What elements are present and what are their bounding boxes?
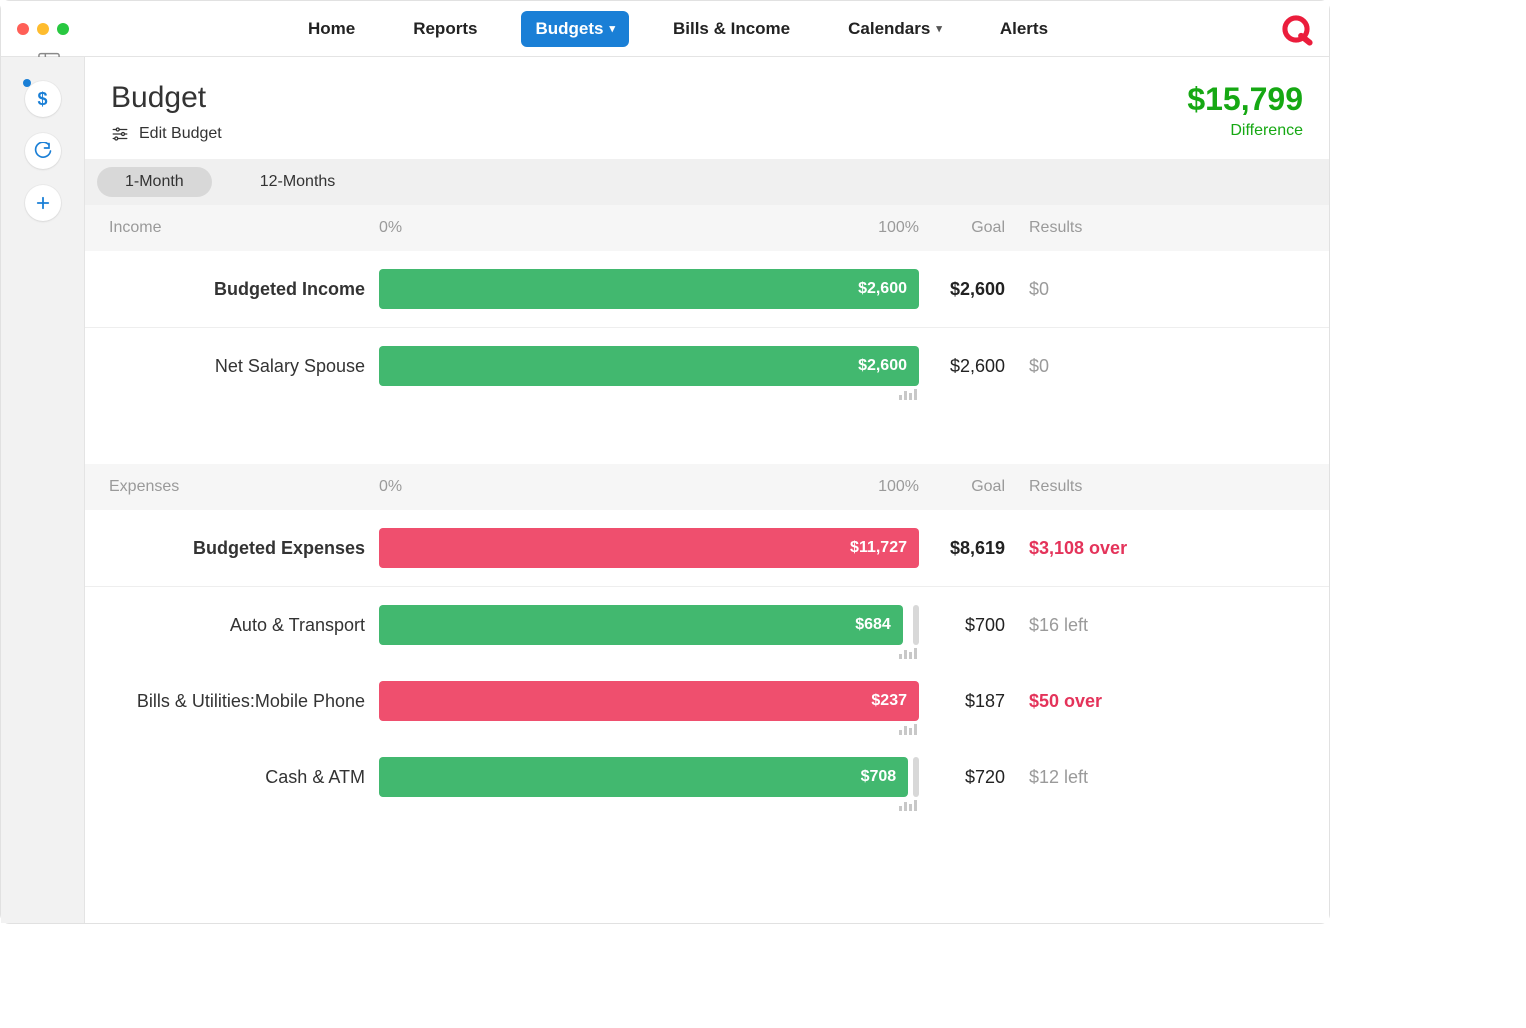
bar-chart-icon[interactable] — [899, 800, 917, 811]
budget-row[interactable]: Budgeted Expenses$11,727$8,619$3,108 ove… — [85, 510, 1329, 587]
row-result: $50 over — [1029, 691, 1209, 712]
refresh-icon — [34, 142, 52, 160]
accounts-button[interactable]: $ — [25, 81, 61, 117]
tab-12-months[interactable]: 12-Months — [232, 167, 364, 197]
bar-chart-icon[interactable] — [899, 724, 917, 735]
row-result: $3,108 over — [1029, 538, 1209, 559]
progress-bar: $2,600 — [379, 269, 919, 309]
expenses-section-header: Expenses 0% 100% Goal Results — [85, 464, 1329, 510]
progress-bar: $237 — [379, 681, 919, 721]
progress-bar: $708 — [379, 757, 919, 797]
notification-dot-icon — [23, 79, 31, 87]
row-label: Budgeted Expenses — [109, 538, 379, 559]
add-button[interactable] — [25, 185, 61, 221]
dollar-icon: $ — [37, 89, 47, 110]
nav-bills-income[interactable]: Bills & Income — [659, 11, 804, 47]
scale-hundred: 100% — [878, 478, 919, 496]
budget-row[interactable]: Cash & ATM$708 $720$12 left — [85, 739, 1329, 815]
row-result: $12 left — [1029, 767, 1209, 788]
refresh-button[interactable] — [25, 133, 61, 169]
income-heading: Income — [109, 219, 379, 237]
edit-budget-label: Edit Budget — [139, 125, 222, 143]
row-goal: $720 — [919, 767, 1029, 788]
difference-label: Difference — [1187, 122, 1303, 140]
row-label: Budgeted Income — [109, 279, 379, 300]
row-label: Auto & Transport — [109, 615, 379, 636]
fullscreen-window-button[interactable] — [57, 23, 69, 35]
column-results: Results — [1029, 478, 1209, 496]
scale-zero: 0% — [379, 219, 402, 237]
nav-calendars-label: Calendars — [848, 19, 930, 39]
nav-home[interactable]: Home — [294, 11, 369, 47]
goal-marker — [913, 605, 919, 645]
budget-row[interactable]: Budgeted Income$2,600$2,600$0 — [85, 251, 1329, 328]
period-tabs: 1-Month 12-Months — [85, 159, 1329, 205]
income-section-header: Income 0% 100% Goal Results — [85, 205, 1329, 251]
plus-icon — [34, 194, 52, 212]
bar-chart-icon[interactable] — [899, 648, 917, 659]
income-scale: 0% 100% — [379, 219, 919, 237]
row-label: Net Salary Spouse — [109, 356, 379, 377]
bar-fill: $2,600 — [379, 346, 919, 386]
page-header: Budget Edit Budget $15,799 Difference — [85, 57, 1329, 159]
bar-fill: $708 — [379, 757, 908, 797]
goal-marker — [913, 757, 919, 797]
progress-bar: $684 — [379, 605, 919, 645]
scale-hundred: 100% — [878, 219, 919, 237]
budget-row[interactable]: Auto & Transport$684 $700$16 left — [85, 587, 1329, 663]
minimize-window-button[interactable] — [37, 23, 49, 35]
progress-bar: $2,600 — [379, 346, 919, 386]
bar-fill: $11,727 — [379, 528, 919, 568]
top-nav: Home Reports Budgets ▾ Bills & Income Ca… — [77, 11, 1279, 47]
row-label: Bills & Utilities:Mobile Phone — [109, 691, 379, 712]
row-goal: $700 — [919, 615, 1029, 636]
scale-zero: 0% — [379, 478, 402, 496]
column-goal: Goal — [919, 219, 1029, 237]
budget-row[interactable]: Net Salary Spouse$2,600$2,600$0 — [85, 328, 1329, 404]
chevron-down-icon: ▾ — [609, 22, 615, 35]
bar-fill: $237 — [379, 681, 919, 721]
row-result: $16 left — [1029, 615, 1209, 636]
nav-budgets[interactable]: Budgets ▾ — [521, 11, 629, 47]
bar-fill: $2,600 — [379, 269, 919, 309]
sliders-icon — [111, 125, 129, 143]
row-goal: $187 — [919, 691, 1029, 712]
left-rail: $ — [1, 57, 85, 923]
app-logo-icon — [1279, 12, 1313, 46]
progress-bar: $11,727 — [379, 528, 919, 568]
tab-1-month[interactable]: 1-Month — [97, 167, 212, 197]
window-controls — [17, 23, 69, 35]
bar-chart-icon[interactable] — [899, 389, 917, 400]
budget-row[interactable]: Bills & Utilities:Mobile Phone$237$187$5… — [85, 663, 1329, 739]
difference-amount: $15,799 — [1187, 81, 1303, 118]
titlebar: Home Reports Budgets ▾ Bills & Income Ca… — [1, 1, 1329, 57]
expenses-heading: Expenses — [109, 478, 379, 496]
row-goal: $2,600 — [919, 279, 1029, 300]
row-goal: $8,619 — [919, 538, 1029, 559]
nav-reports[interactable]: Reports — [399, 11, 491, 47]
row-label: Cash & ATM — [109, 767, 379, 788]
main-content: Budget Edit Budget $15,799 Difference 1-… — [85, 57, 1329, 923]
close-window-button[interactable] — [17, 23, 29, 35]
page-title: Budget — [111, 81, 222, 115]
edit-budget-button[interactable]: Edit Budget — [111, 125, 222, 143]
chevron-down-icon: ▾ — [936, 22, 942, 35]
nav-calendars[interactable]: Calendars ▾ — [834, 11, 956, 47]
expenses-scale: 0% 100% — [379, 478, 919, 496]
difference-summary: $15,799 Difference — [1187, 81, 1303, 140]
bar-fill: $684 — [379, 605, 903, 645]
nav-alerts[interactable]: Alerts — [986, 11, 1062, 47]
nav-budgets-label: Budgets — [535, 19, 603, 39]
row-result: $0 — [1029, 356, 1209, 377]
column-results: Results — [1029, 219, 1209, 237]
row-goal: $2,600 — [919, 356, 1029, 377]
row-result: $0 — [1029, 279, 1209, 300]
column-goal: Goal — [919, 478, 1029, 496]
